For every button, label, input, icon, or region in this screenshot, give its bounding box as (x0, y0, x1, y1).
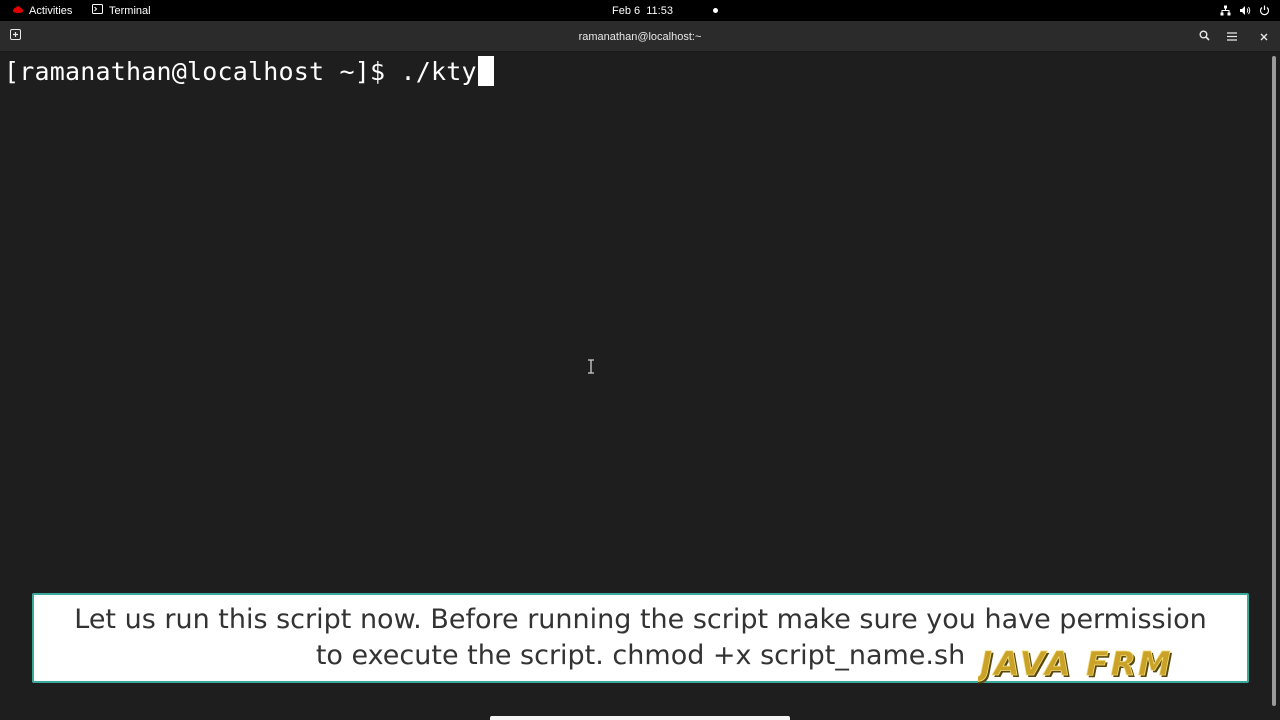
hamburger-menu-icon (1227, 28, 1237, 46)
redhat-icon (12, 5, 24, 17)
typed-command: ./kty (400, 56, 477, 86)
terminal-app-icon (92, 4, 103, 17)
close-icon (1260, 28, 1268, 46)
terminal-scrollbar[interactable] (1272, 56, 1276, 706)
app-menu-terminal[interactable]: Terminal (92, 0, 151, 21)
clock-label: Feb 6 11:53 (612, 4, 673, 17)
gnome-top-bar: Activities Terminal Feb 6 11:53 (0, 0, 1280, 21)
terminal-headerbar: ramanathan@localhost:~ (0, 21, 1280, 52)
activities-label: Activities (29, 4, 73, 17)
terminal-line: [ramanathan@localhost ~]$ ./kty (4, 56, 494, 86)
ibeam-cursor-icon (587, 359, 595, 374)
bottom-panel-edge (490, 716, 790, 720)
close-button[interactable] (1256, 29, 1272, 45)
svg-text:JAVA FRM: JAVA FRM (978, 646, 1173, 683)
network-icon (1220, 5, 1231, 16)
system-tray[interactable] (1220, 0, 1270, 21)
shell-prompt: [ramanathan@localhost ~]$ (4, 56, 401, 86)
watermark-logo: JAVA FRM JAVA FRM (974, 644, 1224, 686)
window-title: ramanathan@localhost:~ (578, 30, 702, 43)
power-icon (1259, 5, 1270, 16)
volume-icon (1239, 5, 1251, 16)
activities-button[interactable]: Activities (12, 0, 72, 21)
notification-dot-icon (712, 8, 718, 13)
menu-button[interactable] (1224, 29, 1240, 45)
search-button[interactable] (1196, 29, 1212, 45)
text-cursor (477, 56, 494, 86)
app-menu-label: Terminal (109, 4, 151, 17)
clock-button[interactable]: Feb 6 11:53 (612, 0, 718, 21)
search-icon (1199, 28, 1210, 46)
